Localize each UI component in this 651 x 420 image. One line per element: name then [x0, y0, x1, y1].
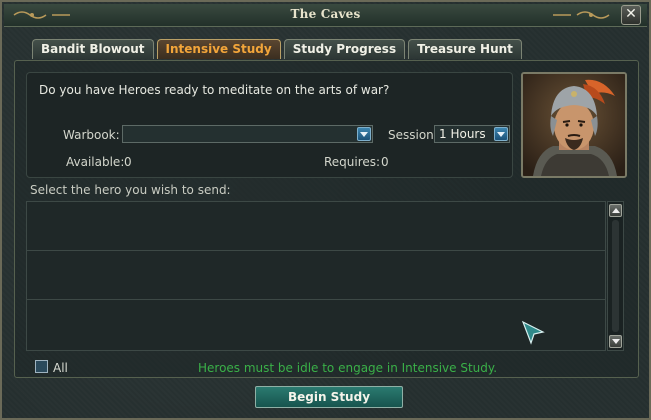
scrollbar-track[interactable] [612, 220, 619, 332]
warbook-select[interactable] [122, 125, 373, 143]
available-value: 0 [124, 155, 132, 169]
caves-window: The Caves ✕ Bandit Blowout Intensive Stu… [0, 0, 651, 420]
hero-list-scrollbar[interactable] [607, 201, 624, 351]
chevron-down-icon[interactable] [494, 127, 508, 141]
requires-value: 0 [381, 155, 389, 169]
warbook-label: Warbook: [63, 128, 120, 142]
session-label: Session: [388, 128, 438, 142]
arrow-up-icon[interactable] [609, 204, 622, 217]
hero-portrait [521, 72, 627, 178]
tab-intensive-study[interactable]: Intensive Study [156, 39, 281, 59]
mouse-cursor-icon [521, 320, 545, 345]
requires-label: Requires: [324, 155, 381, 169]
hero-portrait-icon [523, 74, 625, 176]
hero-list-row[interactable] [27, 202, 605, 251]
study-question: Do you have Heroes ready to meditate on … [39, 83, 390, 97]
hero-list-row[interactable] [27, 300, 605, 349]
close-icon[interactable]: ✕ [621, 5, 641, 25]
tab-bar: Bandit Blowout Intensive Study Study Pro… [32, 39, 522, 61]
select-all-label[interactable]: All [53, 361, 68, 375]
hero-list-row[interactable] [27, 251, 605, 300]
begin-study-button[interactable]: Begin Study [255, 386, 403, 408]
title-ornament-right-icon [553, 11, 610, 19]
available-label: Available: [66, 155, 125, 169]
hero-list[interactable] [26, 201, 606, 351]
session-value: 1 Hours [439, 127, 486, 141]
idle-hint-text: Heroes must be idle to engage in Intensi… [198, 361, 498, 375]
hero-list-prompt: Select the hero you wish to send: [30, 183, 231, 197]
tab-study-progress[interactable]: Study Progress [283, 39, 406, 59]
tab-bandit-blowout[interactable]: Bandit Blowout [32, 39, 154, 59]
select-all-checkbox[interactable] [35, 360, 48, 373]
session-select[interactable]: 1 Hours [434, 125, 510, 143]
arrow-down-icon[interactable] [609, 335, 622, 348]
chevron-down-icon[interactable] [357, 127, 371, 141]
title-bar[interactable]: The Caves ✕ [4, 4, 647, 27]
tab-treasure-hunt[interactable]: Treasure Hunt [408, 39, 522, 59]
